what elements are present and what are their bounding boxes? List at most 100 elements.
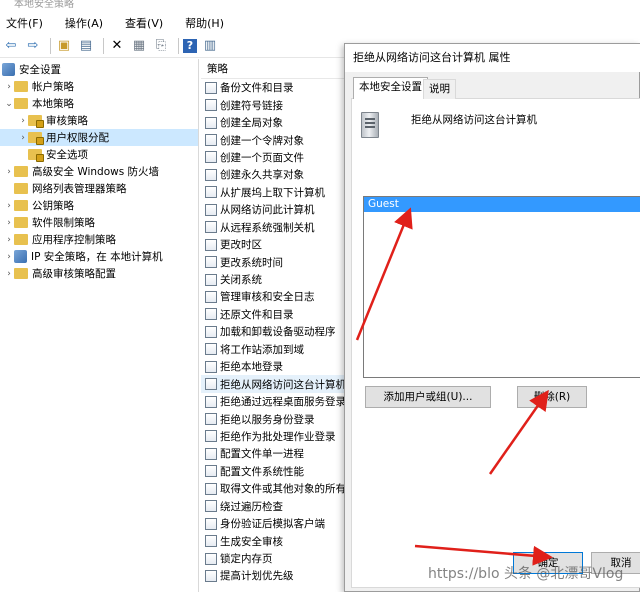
up-folder-icon[interactable]: ▣: [55, 37, 73, 55]
policy-row[interactable]: 关闭系统: [201, 271, 346, 288]
policy-row[interactable]: 提高计划优先级: [201, 567, 346, 584]
tab-local-setting[interactable]: 本地安全设置: [353, 77, 428, 99]
policy-row[interactable]: 将工作站添加到域: [201, 341, 346, 358]
tree-item-label: 高级审核策略配置: [32, 268, 116, 280]
chevron-right-icon[interactable]: ›: [4, 201, 14, 211]
tree-item-local-policy[interactable]: ⌄ 本地策略: [0, 95, 198, 112]
properties-icon[interactable]: ▦: [130, 37, 148, 55]
tree-item-label: IP 安全策略，在 本地计算机: [31, 251, 163, 263]
policy-label: 加载和卸载设备驱动程序: [220, 326, 336, 339]
chevron-right-icon[interactable]: ›: [4, 82, 14, 92]
policy-row[interactable]: 从扩展坞上取下计算机: [201, 184, 346, 201]
delete-button[interactable]: 删除(R): [517, 386, 587, 408]
policy-label: 创建符号链接: [220, 99, 283, 112]
policy-label: 关闭系统: [220, 274, 262, 287]
properties-dialog: 拒绝从网络访问这台计算机 属性 本地安全设置 说明 拒绝从网络访问这台计算机 G…: [344, 43, 640, 592]
policy-row[interactable]: 生成安全审核: [201, 532, 346, 549]
menu-help[interactable]: 帮助(H): [185, 15, 224, 31]
policy-icon: [205, 552, 217, 565]
policy-row[interactable]: 还原文件和目录: [201, 306, 346, 323]
policy-label: 从扩展坞上取下计算机: [220, 186, 325, 199]
policy-row[interactable]: 拒绝本地登录: [201, 358, 346, 375]
tree-item-public-key[interactable]: › 公钥策略: [0, 197, 198, 214]
tree-item-audit-policy[interactable]: › 审核策略: [0, 112, 198, 129]
policy-row[interactable]: 拒绝以服务身份登录: [201, 410, 346, 427]
tree-item-firewall[interactable]: › 高级安全 Windows 防火墙: [0, 163, 198, 180]
delete-icon[interactable]: ✕: [108, 37, 126, 55]
chevron-right-icon[interactable]: ›: [18, 133, 28, 143]
policy-row[interactable]: 身份验证后模拟客户端: [201, 515, 346, 532]
folder-icon: [14, 234, 28, 245]
tree-item-software-restriction[interactable]: › 软件限制策略: [0, 214, 198, 231]
policy-row[interactable]: 加载和卸载设备驱动程序: [201, 323, 346, 340]
policy-row[interactable]: 拒绝通过远程桌面服务登录: [201, 393, 346, 410]
tree-item-label: 网络列表管理器策略: [32, 183, 127, 195]
policy-icon: [205, 360, 217, 373]
view-icon[interactable]: ▥: [201, 37, 219, 55]
policy-row[interactable]: 备份文件和目录: [201, 79, 346, 96]
user-list[interactable]: Guest: [363, 196, 640, 378]
menu-view[interactable]: 查看(V): [125, 15, 163, 31]
policy-icon: [205, 447, 217, 460]
policy-icon: [205, 343, 217, 356]
policy-row[interactable]: 从网络访问此计算机: [201, 201, 346, 218]
tab-explain[interactable]: 说明: [423, 79, 456, 99]
toolbar-separator: [50, 37, 51, 54]
tree-item-security-settings[interactable]: 安全设置: [0, 61, 198, 78]
policy-label: 配置文件系统性能: [220, 465, 304, 478]
chevron-down-icon[interactable]: ⌄: [4, 99, 14, 109]
policy-row[interactable]: 更改时区: [201, 236, 346, 253]
menu-file[interactable]: 文件(F): [6, 15, 43, 31]
policy-row[interactable]: 创建符号链接: [201, 96, 346, 113]
tree-item-network-list[interactable]: 网络列表管理器策略: [0, 180, 198, 197]
tree-item-account-policy[interactable]: › 帐户策略: [0, 78, 198, 95]
policy-row[interactable]: 更改系统时间: [201, 253, 346, 270]
policy-row[interactable]: 创建全局对象: [201, 114, 346, 131]
toolbar-separator: [178, 37, 179, 54]
user-list-item[interactable]: Guest: [364, 197, 640, 212]
policy-icon: [205, 535, 217, 548]
policy-row[interactable]: 从远程系统强制关机: [201, 219, 346, 236]
tree-item-ip-security[interactable]: › IP 安全策略，在 本地计算机: [0, 248, 198, 265]
policy-label: 从远程系统强制关机: [220, 221, 315, 234]
policy-label: 创建永久共享对象: [220, 169, 304, 182]
policy-row[interactable]: 管理审核和安全日志: [201, 288, 346, 305]
window-title: 本地安全策略: [0, 0, 640, 12]
tree-item-app-control[interactable]: › 应用程序控制策略: [0, 231, 198, 248]
chevron-right-icon[interactable]: ›: [18, 116, 28, 126]
tree-item-security-options[interactable]: 安全选项: [0, 146, 198, 163]
toolbar-separator: [103, 37, 104, 54]
policy-row[interactable]: 创建一个令牌对象: [201, 131, 346, 148]
policy-label: 提高计划优先级: [220, 570, 294, 583]
chevron-right-icon[interactable]: ›: [4, 235, 14, 245]
policy-row[interactable]: 锁定内存页: [201, 550, 346, 567]
policy-row[interactable]: 拒绝作为批处理作业登录: [201, 428, 346, 445]
policy-row[interactable]: 创建永久共享对象: [201, 166, 346, 183]
policy-label: 取得文件或其他对象的所有权: [220, 483, 346, 496]
policy-label: 备份文件和目录: [220, 82, 294, 95]
help-icon[interactable]: ?: [183, 38, 197, 53]
chevron-right-icon[interactable]: ›: [4, 167, 14, 177]
policy-column-header[interactable]: 策略: [201, 59, 346, 79]
policy-label: 生成安全审核: [220, 535, 283, 548]
tree-item-user-rights[interactable]: › 用户权限分配: [0, 129, 198, 146]
forward-arrow-icon[interactable]: ⇨: [24, 37, 42, 55]
folder-lock-icon: [28, 115, 44, 128]
menu-action[interactable]: 操作(A): [65, 15, 103, 31]
chevron-right-icon[interactable]: ›: [4, 269, 14, 279]
chevron-right-icon[interactable]: ›: [4, 218, 14, 228]
tree-item-advanced-audit[interactable]: › 高级审核策略配置: [0, 265, 198, 282]
policy-icon: [205, 517, 217, 530]
chevron-right-icon[interactable]: ›: [4, 252, 14, 262]
export-list-icon[interactable]: ⎘: [152, 37, 170, 55]
policy-row[interactable]: 取得文件或其他对象的所有权: [201, 480, 346, 497]
tree-item-label: 安全设置: [19, 64, 61, 76]
show-tree-icon[interactable]: ▤: [77, 37, 95, 55]
add-user-button[interactable]: 添加用户或组(U)...: [365, 386, 491, 408]
policy-row[interactable]: 配置文件系统性能: [201, 463, 346, 480]
policy-row[interactable]: 绕过遍历检查: [201, 498, 346, 515]
policy-row[interactable]: 创建一个页面文件: [201, 149, 346, 166]
back-arrow-icon[interactable]: ⇦: [2, 37, 20, 55]
policy-row[interactable]: 配置文件单一进程: [201, 445, 346, 462]
policy-row[interactable]: 拒绝从网络访问这台计算机: [201, 375, 346, 393]
